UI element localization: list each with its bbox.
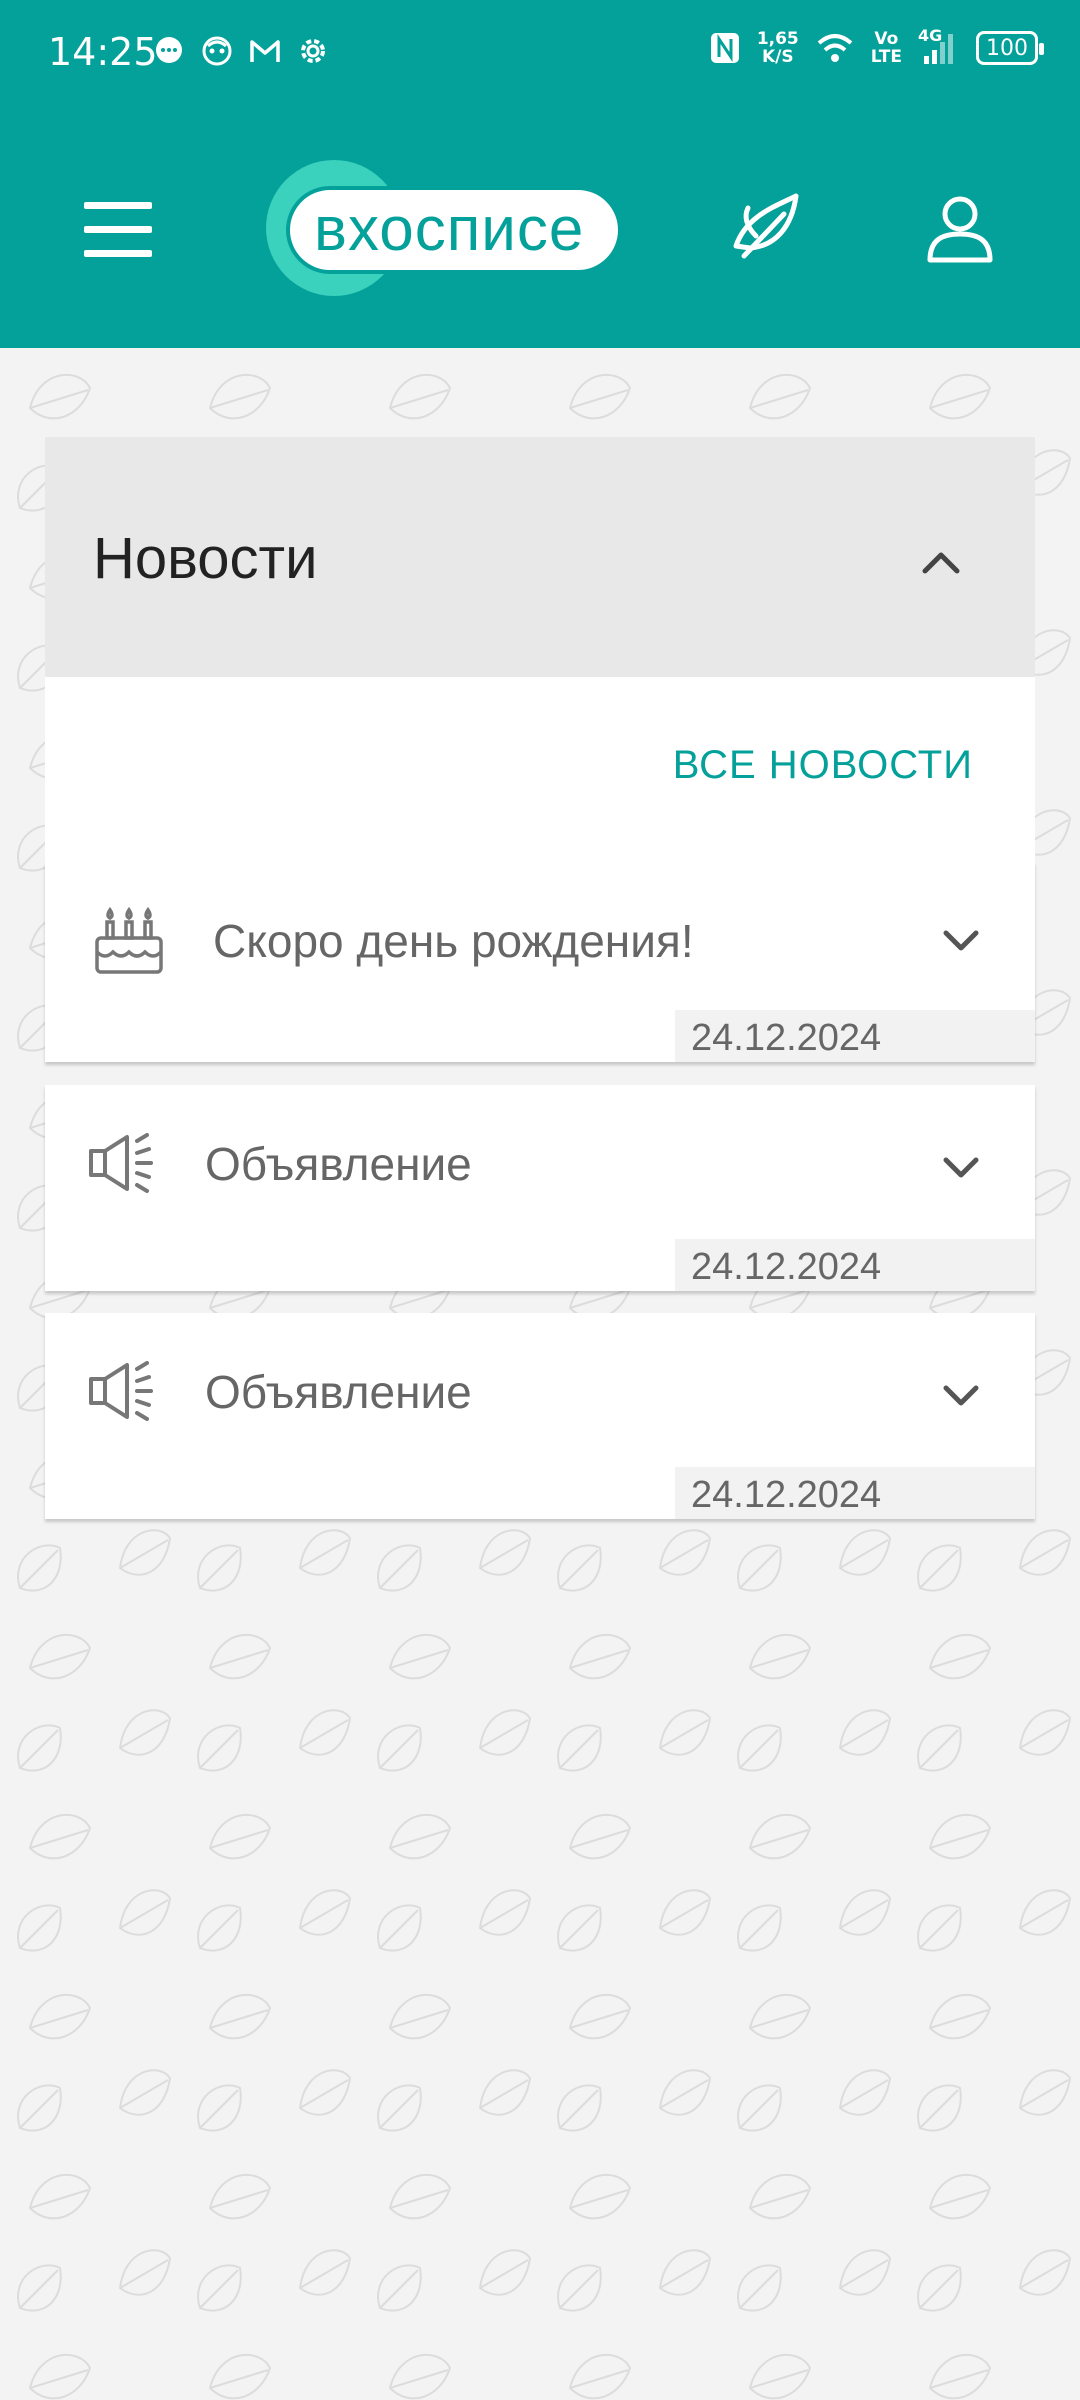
status-bar: 14:25 1,65 K/S Vo LTE 4G 100 bbox=[0, 0, 1080, 110]
status-time: 14:25 bbox=[48, 30, 158, 74]
gmail-icon bbox=[250, 40, 280, 62]
nfc-icon bbox=[710, 33, 739, 63]
chevron-up-icon[interactable] bbox=[919, 547, 963, 577]
all-news-link[interactable]: ВСЕ НОВОСТИ bbox=[673, 743, 973, 788]
volte-top: Vo bbox=[874, 29, 899, 49]
news-section-body: ВСЕ НОВОСТИ bbox=[45, 677, 1035, 862]
face-app-icon bbox=[202, 36, 232, 66]
news-item[interactable]: Объявление 24.12.2024 bbox=[45, 1313, 1035, 1519]
megaphone-icon bbox=[89, 1361, 153, 1421]
network-type: 4G bbox=[918, 26, 943, 45]
news-item-date: 24.12.2024 bbox=[675, 1467, 1035, 1519]
news-item[interactable]: Скоро день рождения! 24.12.2024 bbox=[45, 862, 1035, 1062]
leaf-icon[interactable] bbox=[726, 186, 808, 268]
menu-button[interactable] bbox=[84, 202, 154, 258]
news-item-date: 24.12.2024 bbox=[675, 1239, 1035, 1291]
speed-value: 1,65 bbox=[756, 29, 799, 49]
user-profile-icon[interactable] bbox=[920, 190, 1000, 270]
chevron-down-icon[interactable] bbox=[941, 1155, 981, 1181]
chevron-down-icon[interactable] bbox=[941, 928, 981, 954]
logo-text: вхосписе bbox=[314, 195, 585, 264]
hamburger-icon-line bbox=[84, 250, 152, 257]
birthday-cake-icon bbox=[95, 906, 163, 974]
hamburger-icon-line bbox=[84, 226, 152, 233]
app-header: вхосписе bbox=[0, 110, 1080, 348]
news-item-title: Скоро день рождения! bbox=[213, 915, 694, 967]
news-section-header[interactable]: Новости bbox=[45, 437, 1035, 677]
hamburger-icon-line bbox=[84, 202, 152, 209]
news-section-title: Новости bbox=[93, 526, 318, 591]
battery-indicator: 100 bbox=[976, 31, 1044, 65]
wifi-icon bbox=[817, 34, 853, 62]
news-item-date: 24.12.2024 bbox=[675, 1010, 1035, 1062]
volte-indicator: Vo LTE bbox=[871, 30, 902, 66]
settings-gear-icon bbox=[301, 39, 325, 63]
speed-unit: K/S bbox=[761, 47, 794, 67]
news-item-title: Объявление bbox=[205, 1138, 472, 1190]
megaphone-icon bbox=[89, 1133, 153, 1193]
chat-bubble-icon bbox=[156, 37, 182, 63]
app-logo[interactable]: вхосписе bbox=[266, 160, 626, 296]
notification-icons bbox=[152, 34, 330, 68]
cell-signal: 4G bbox=[918, 26, 960, 66]
network-speed: 1,65 K/S bbox=[757, 30, 799, 66]
status-right: 1,65 K/S Vo LTE 4G 100 bbox=[709, 26, 1044, 66]
news-item-title: Объявление bbox=[205, 1366, 472, 1418]
news-item[interactable]: Объявление 24.12.2024 bbox=[45, 1085, 1035, 1291]
chevron-down-icon[interactable] bbox=[941, 1383, 981, 1409]
volte-bottom: LTE bbox=[870, 47, 902, 67]
